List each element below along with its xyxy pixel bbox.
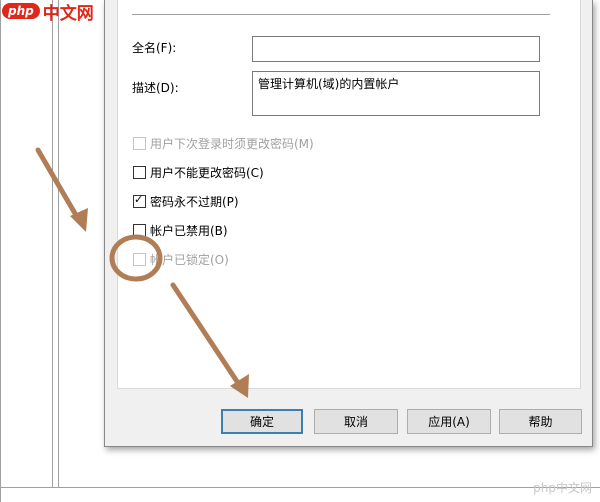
checkbox-label: 密码永不过期(P) bbox=[150, 194, 239, 209]
checkbox-label: 用户下次登录时须更改密码(M) bbox=[150, 136, 314, 151]
password-never-expires-checkbox[interactable]: ✓ 密码永不过期(P) bbox=[133, 193, 239, 209]
help-button[interactable]: 帮助 bbox=[499, 409, 582, 434]
checkbox-box[interactable] bbox=[133, 136, 146, 150]
cannot-change-password-checkbox[interactable]: 用户不能更改密码(C) bbox=[133, 164, 264, 180]
checkbox-box[interactable] bbox=[133, 165, 146, 179]
pane-divider bbox=[52, 0, 53, 488]
checkbox-box[interactable]: ✓ bbox=[133, 192, 146, 208]
logo-badge: php bbox=[2, 3, 40, 19]
account-disabled-checkbox[interactable]: 帐户已禁用(B) bbox=[133, 222, 228, 238]
apply-button[interactable]: 应用(A) bbox=[407, 409, 491, 434]
user-properties-dialog: 全名(F): 描述(D): 管理计算机(域)的内置帐户 用户下次登录时须更改密码… bbox=[104, 0, 593, 447]
description-input[interactable]: 管理计算机(域)的内置帐户 bbox=[252, 71, 540, 116]
checkbox-box[interactable] bbox=[133, 223, 146, 237]
fullname-label: 全名(F): bbox=[132, 41, 177, 55]
cancel-button[interactable]: 取消 bbox=[314, 409, 398, 434]
logo-text: 中文网 bbox=[42, 3, 94, 24]
checkbox-label: 用户不能更改密码(C) bbox=[150, 165, 264, 180]
pane-divider bbox=[58, 0, 59, 488]
check-mark-icon: ✓ bbox=[134, 192, 144, 206]
window-bottom-edge bbox=[0, 487, 600, 488]
arrow-head-icon bbox=[70, 208, 88, 232]
fullname-input[interactable] bbox=[252, 36, 540, 62]
account-locked-checkbox[interactable]: 帐户已锁定(O) bbox=[133, 251, 229, 267]
checkbox-label: 帐户已禁用(B) bbox=[150, 223, 228, 238]
site-logo: php 中文网 bbox=[2, 0, 94, 24]
header-separator bbox=[132, 14, 550, 15]
description-label: 描述(D): bbox=[132, 81, 179, 95]
watermark: php中文网 bbox=[533, 481, 592, 495]
arrow-shaft bbox=[35, 147, 83, 225]
checkbox-box[interactable] bbox=[133, 252, 146, 266]
window-edge bbox=[0, 0, 1, 502]
checkbox-label: 帐户已锁定(O) bbox=[150, 252, 229, 267]
must-change-password-checkbox[interactable]: 用户下次登录时须更改密码(M) bbox=[133, 135, 314, 151]
ok-button[interactable]: 确定 bbox=[221, 409, 303, 434]
general-tab-panel: 全名(F): 描述(D): 管理计算机(域)的内置帐户 用户下次登录时须更改密码… bbox=[117, 0, 581, 389]
